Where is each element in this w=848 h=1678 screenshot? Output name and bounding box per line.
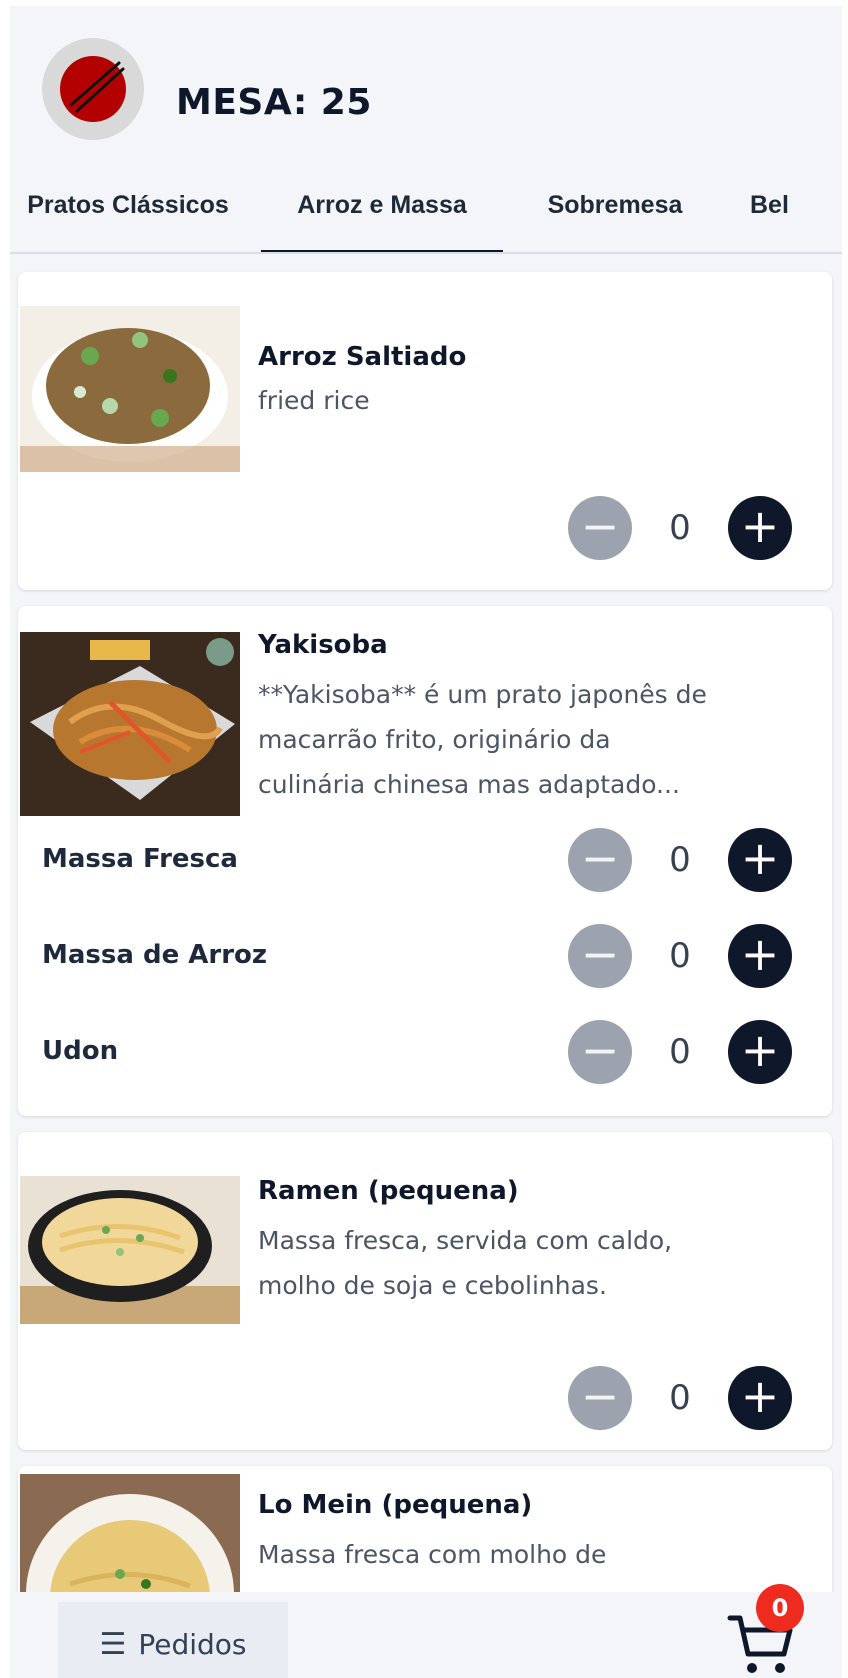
decrease-button[interactable]: − bbox=[568, 1020, 632, 1084]
plus-icon: + bbox=[740, 831, 780, 885]
item-name: Lo Mein (pequena) bbox=[258, 1490, 533, 1520]
quantity-stepper: − 0 + bbox=[568, 924, 798, 990]
chopsticks-bowl-icon bbox=[60, 56, 126, 122]
menu-item-card: Yakisoba **Yakisoba** é um prato japonês… bbox=[18, 606, 832, 1116]
minus-icon: − bbox=[580, 927, 620, 981]
item-name: Arroz Saltiado bbox=[258, 342, 467, 372]
orders-label: Pedidos bbox=[138, 1627, 247, 1661]
ramen-photo bbox=[20, 1176, 240, 1324]
minus-icon: − bbox=[580, 831, 620, 885]
increase-button[interactable]: + bbox=[728, 496, 792, 560]
quantity-value: 0 bbox=[669, 840, 691, 880]
variant-label: Massa de Arroz bbox=[42, 940, 268, 970]
increase-button[interactable]: + bbox=[728, 1366, 792, 1430]
restaurant-logo bbox=[42, 38, 144, 140]
cart-count-badge: 0 bbox=[756, 1584, 804, 1632]
orders-button[interactable]: ☰ Pedidos bbox=[58, 1602, 288, 1678]
plus-icon: + bbox=[740, 927, 780, 981]
increase-button[interactable]: + bbox=[728, 828, 792, 892]
bottom-bar: ☰ Pedidos 0 bbox=[10, 1584, 842, 1678]
menu-item-card: Ramen (pequena) Massa fresca, servida co… bbox=[18, 1132, 832, 1450]
quantity-value: 0 bbox=[669, 1032, 691, 1072]
tab-pratos-classicos[interactable]: Pratos Clássicos bbox=[10, 166, 246, 252]
decrease-button[interactable]: − bbox=[568, 496, 632, 560]
quantity-value: 0 bbox=[669, 936, 691, 976]
item-description: fried rice bbox=[258, 386, 370, 415]
quantity-value: 0 bbox=[669, 508, 691, 548]
quantity-stepper: − 0 + bbox=[568, 1020, 798, 1086]
decrease-button[interactable]: − bbox=[568, 1366, 632, 1430]
increase-button[interactable]: + bbox=[728, 924, 792, 988]
quantity-stepper: − 0 + bbox=[568, 828, 798, 894]
plus-icon: + bbox=[740, 1023, 780, 1077]
tab-sobremesa[interactable]: Sobremesa bbox=[530, 166, 700, 252]
tab-arroz-e-massa[interactable]: Arroz e Massa bbox=[261, 166, 503, 252]
item-description: Massa fresca, servida com caldo, molho d… bbox=[258, 1226, 673, 1300]
table-number-title: MESA: 25 bbox=[176, 82, 372, 123]
quantity-stepper: − 0 + bbox=[568, 1366, 798, 1432]
menu-item-card: Arroz Saltiado fried rice − 0 + bbox=[18, 272, 832, 590]
plus-icon: + bbox=[740, 1369, 780, 1423]
quantity-stepper: − 0 + bbox=[568, 496, 798, 562]
yakisoba-photo bbox=[20, 632, 240, 816]
minus-icon: − bbox=[580, 499, 620, 553]
minus-icon: − bbox=[580, 1369, 620, 1423]
fried-rice-photo bbox=[20, 306, 240, 472]
variant-label: Udon bbox=[42, 1036, 119, 1066]
tab-bebidas[interactable]: Bel bbox=[750, 166, 830, 252]
quantity-value: 0 bbox=[669, 1378, 691, 1418]
item-name: Ramen (pequena) bbox=[258, 1176, 519, 1206]
list-icon: ☰ bbox=[99, 1627, 127, 1661]
item-description: **Yakisoba** é um prato japonês de macar… bbox=[258, 680, 707, 799]
minus-icon: − bbox=[580, 1023, 620, 1077]
increase-button[interactable]: + bbox=[728, 1020, 792, 1084]
item-name: Yakisoba bbox=[258, 630, 388, 660]
header: MESA: 25 bbox=[10, 6, 842, 162]
category-tabs: Pratos Clássicos Arroz e Massa Sobremesa… bbox=[10, 166, 842, 254]
plus-icon: + bbox=[740, 499, 780, 553]
app-frame: MESA: 25 Pratos Clássicos Arroz e Massa … bbox=[10, 6, 842, 1678]
decrease-button[interactable]: − bbox=[568, 924, 632, 988]
decrease-button[interactable]: − bbox=[568, 828, 632, 892]
item-description: Massa fresca com molho de bbox=[258, 1540, 607, 1569]
variant-label: Massa Fresca bbox=[42, 844, 238, 874]
